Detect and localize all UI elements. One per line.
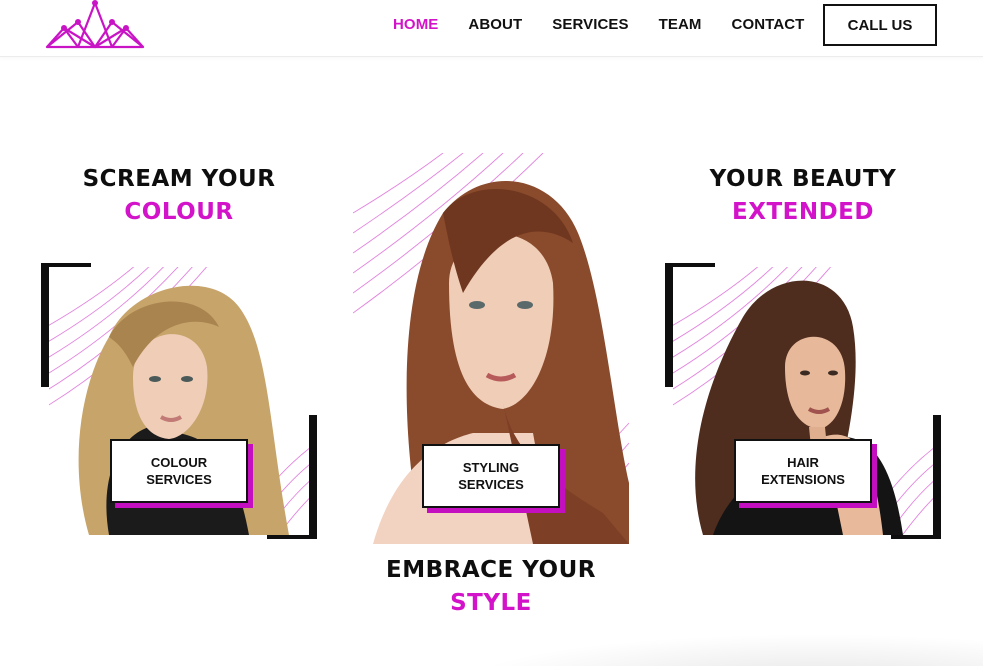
site-header: HOME ABOUT SERVICES TEAM CONTACT CALL US [0, 0, 983, 57]
colour-services-button[interactable]: COLOUR SERVICES [110, 439, 248, 503]
hair-extensions-line2: EXTENSIONS [761, 472, 845, 487]
hair-extensions-button[interactable]: HAIR EXTENSIONS [734, 439, 872, 503]
styling-services-card: STYLING SERVICES [353, 153, 629, 544]
colour-services-button-text: COLOUR SERVICES [146, 454, 212, 488]
center-heading-line1: EMBRACE YOUR [385, 557, 596, 583]
call-us-button[interactable]: CALL US [823, 4, 937, 46]
bottom-shadow [395, 625, 983, 666]
main-nav: HOME ABOUT SERVICES TEAM CONTACT [393, 16, 834, 33]
hair-extensions-button-text: HAIR EXTENSIONS [761, 454, 845, 488]
hair-extensions-card: HAIR EXTENSIONS [665, 263, 941, 539]
nav-contact[interactable]: CONTACT [732, 16, 805, 33]
styling-services-line2: SERVICES [458, 477, 524, 492]
nav-about[interactable]: ABOUT [468, 16, 522, 33]
center-heading-line2: STYLE [450, 590, 532, 616]
left-heading-line2: COLOUR [124, 199, 234, 225]
nav-home[interactable]: HOME [393, 16, 438, 33]
styling-services-button[interactable]: STYLING SERVICES [422, 444, 560, 508]
center-heading: EMBRACE YOUR STYLE [356, 554, 626, 620]
right-heading: YOUR BEAUTY EXTENDED [668, 163, 938, 229]
styling-services-line1: STYLING [462, 460, 520, 475]
colour-services-line1: COLOUR [150, 455, 208, 470]
left-heading: SCREAM YOUR COLOUR [44, 163, 314, 229]
left-heading-line1: SCREAM YOUR [82, 166, 276, 192]
nav-services[interactable]: SERVICES [552, 16, 628, 33]
nav-team[interactable]: TEAM [659, 16, 702, 33]
colour-services-line2: SERVICES [146, 472, 212, 487]
styling-services-button-text: STYLING SERVICES [458, 459, 524, 493]
colour-services-card: COLOUR SERVICES [41, 263, 317, 539]
right-heading-line1: YOUR BEAUTY [709, 166, 897, 192]
right-heading-line2: EXTENDED [732, 199, 874, 225]
hair-extensions-line1: HAIR [787, 455, 819, 470]
page: HOME ABOUT SERVICES TEAM CONTACT CALL US… [0, 0, 983, 666]
crown-icon[interactable] [44, 0, 146, 50]
